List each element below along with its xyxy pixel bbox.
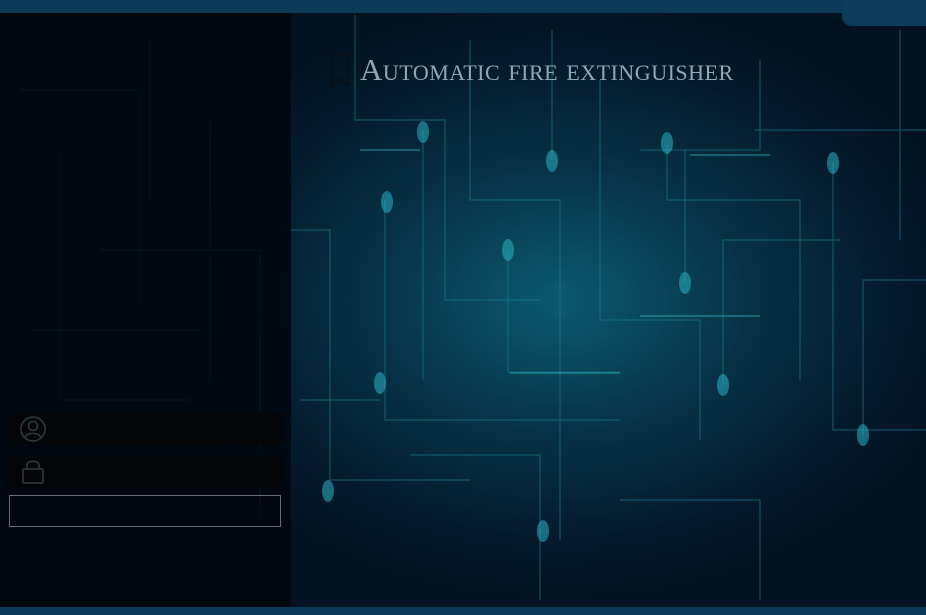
login-button[interactable] (9, 495, 281, 527)
bottom-bar (0, 607, 926, 615)
username-field[interactable] (9, 413, 282, 445)
lock-icon (22, 460, 44, 484)
password-input[interactable] (51, 456, 278, 486)
app-title: Automatic fire extinguisher (360, 52, 734, 87)
password-field[interactable] (9, 455, 282, 487)
top-bar (0, 0, 926, 13)
username-input[interactable] (51, 414, 278, 444)
user-icon (20, 416, 46, 442)
top-right-tab (842, 0, 926, 26)
app-header: Automatic fire extinguisher (330, 52, 734, 88)
bookmark-icon (331, 53, 349, 87)
